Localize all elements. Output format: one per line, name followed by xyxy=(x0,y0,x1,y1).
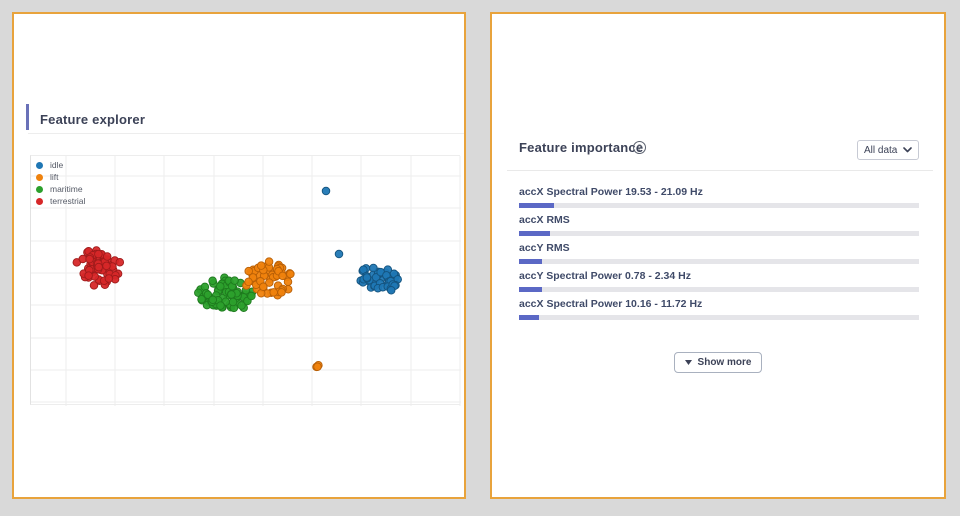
scatter-series-lift[interactable] xyxy=(243,258,323,371)
feature-bar-track xyxy=(519,203,919,208)
feature-label: accY RMS xyxy=(519,242,919,255)
legend-dot xyxy=(36,174,43,181)
feature-row: accX Spectral Power 19.53 - 21.09 Hz xyxy=(519,186,919,208)
legend-dot xyxy=(36,186,43,193)
legend-label: maritime xyxy=(50,183,83,195)
scatter-legend: idleliftmaritimeterrestrial xyxy=(36,159,85,207)
show-more-button[interactable]: Show more xyxy=(674,352,763,373)
feature-bar-fill xyxy=(519,315,539,320)
feature-row: accX RMS xyxy=(519,214,919,236)
feature-bar-fill xyxy=(519,287,542,292)
legend-label: terrestrial xyxy=(50,195,85,207)
feature-label: accX Spectral Power 19.53 - 21.09 Hz xyxy=(519,186,919,199)
scatter-chart[interactable] xyxy=(31,156,461,406)
feature-bar-track xyxy=(519,287,919,292)
legend-label: idle xyxy=(50,159,63,171)
caret-down-icon xyxy=(685,360,692,365)
scatter-series-terrestrial[interactable] xyxy=(73,247,124,290)
data-filter-value: All data xyxy=(864,145,897,156)
feature-row: accX Spectral Power 10.16 - 11.72 Hz xyxy=(519,298,919,320)
feature-bar-track xyxy=(519,259,919,264)
header-divider xyxy=(507,170,933,171)
data-filter-select[interactable]: All data xyxy=(857,140,919,160)
feature-list: accX Spectral Power 19.53 - 21.09 Hz accX… xyxy=(519,186,919,326)
feature-importance-title: Feature importance xyxy=(519,140,643,155)
legend-dot xyxy=(36,162,43,169)
feature-explorer-plot[interactable]: idleliftmaritimeterrestrial xyxy=(30,155,460,405)
feature-importance-card: Feature importance ? All data accX Spect… xyxy=(490,12,946,499)
feature-explorer-title: Feature explorer xyxy=(40,112,145,127)
feature-bar-fill xyxy=(519,259,542,264)
legend-item-maritime[interactable]: maritime xyxy=(36,183,85,195)
feature-label: accX RMS xyxy=(519,214,919,227)
chevron-down-icon xyxy=(903,147,912,153)
show-more-label: Show more xyxy=(698,357,752,368)
legend-item-terrestrial[interactable]: terrestrial xyxy=(36,195,85,207)
legend-item-idle[interactable]: idle xyxy=(36,159,85,171)
legend-dot xyxy=(36,198,43,205)
feature-bar-track xyxy=(519,315,919,320)
feature-bar-fill xyxy=(519,203,554,208)
feature-bar-fill xyxy=(519,231,550,236)
legend-item-lift[interactable]: lift xyxy=(36,171,85,183)
feature-bar-track xyxy=(519,231,919,236)
legend-label: lift xyxy=(50,171,59,183)
help-question-icon[interactable]: ? xyxy=(633,141,646,154)
feature-row: accY Spectral Power 0.78 - 2.34 Hz xyxy=(519,270,919,292)
feature-row: accY RMS xyxy=(519,242,919,264)
title-divider xyxy=(28,133,464,134)
title-accent-bar xyxy=(26,104,29,130)
feature-explorer-card: Feature explorer idleliftmaritimeterrest… xyxy=(12,12,466,499)
feature-label: accX Spectral Power 10.16 - 11.72 Hz xyxy=(519,298,919,311)
feature-label: accY Spectral Power 0.78 - 2.34 Hz xyxy=(519,270,919,283)
